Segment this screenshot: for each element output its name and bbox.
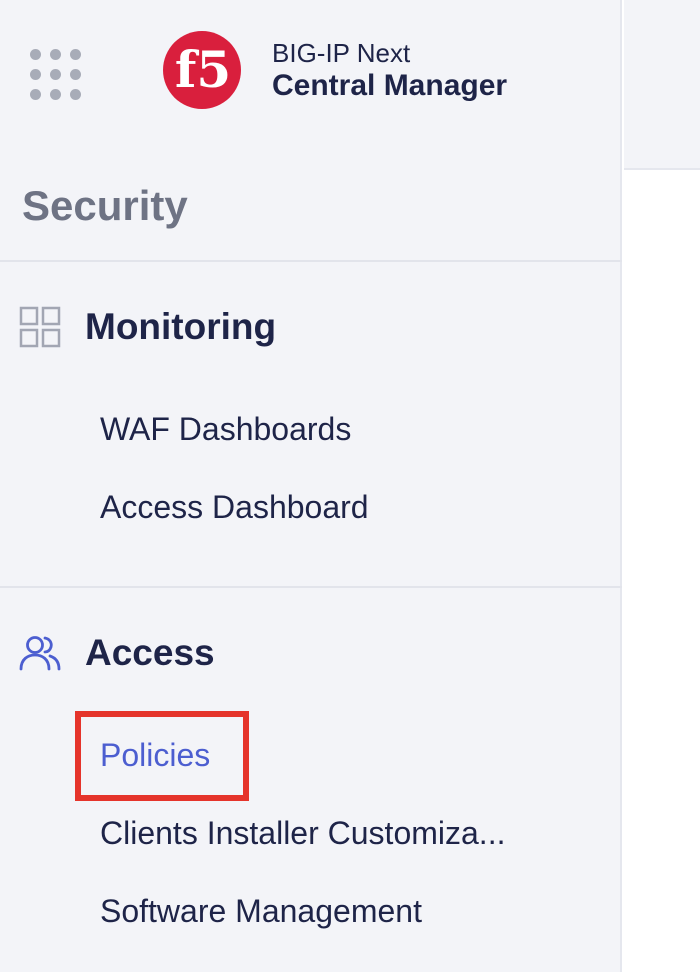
nav-item-software-management[interactable]: Software Management [100, 893, 422, 930]
group-divider [0, 586, 622, 588]
main-topbar [624, 0, 700, 170]
users-icon [19, 636, 61, 671]
nav-item-access-dashboard[interactable]: Access Dashboard [100, 489, 369, 526]
section-divider [0, 260, 622, 262]
f5-logo[interactable]: f5 [162, 30, 242, 110]
sidebar: f5 BIG-IP Next Central Manager Security … [0, 0, 622, 972]
logo-text: f5 [175, 40, 231, 99]
app-launcher-icon[interactable] [30, 49, 82, 101]
group-monitoring[interactable]: Monitoring [18, 305, 276, 349]
grid-icon [19, 306, 61, 348]
product-name-line2: Central Manager [272, 69, 508, 102]
nav-item-waf-dashboards[interactable]: WAF Dashboards [100, 411, 351, 448]
group-label-monitoring: Monitoring [85, 306, 277, 347]
group-access[interactable]: Access [18, 631, 215, 675]
section-title: Security [22, 182, 188, 229]
main-content [624, 172, 700, 972]
nav-item-policies[interactable]: Policies [100, 737, 210, 774]
nav-item-clients-installer-customization[interactable]: Clients Installer Customiza... [100, 815, 505, 852]
product-name-line1: BIG-IP Next [272, 38, 411, 68]
group-label-access: Access [85, 632, 215, 673]
